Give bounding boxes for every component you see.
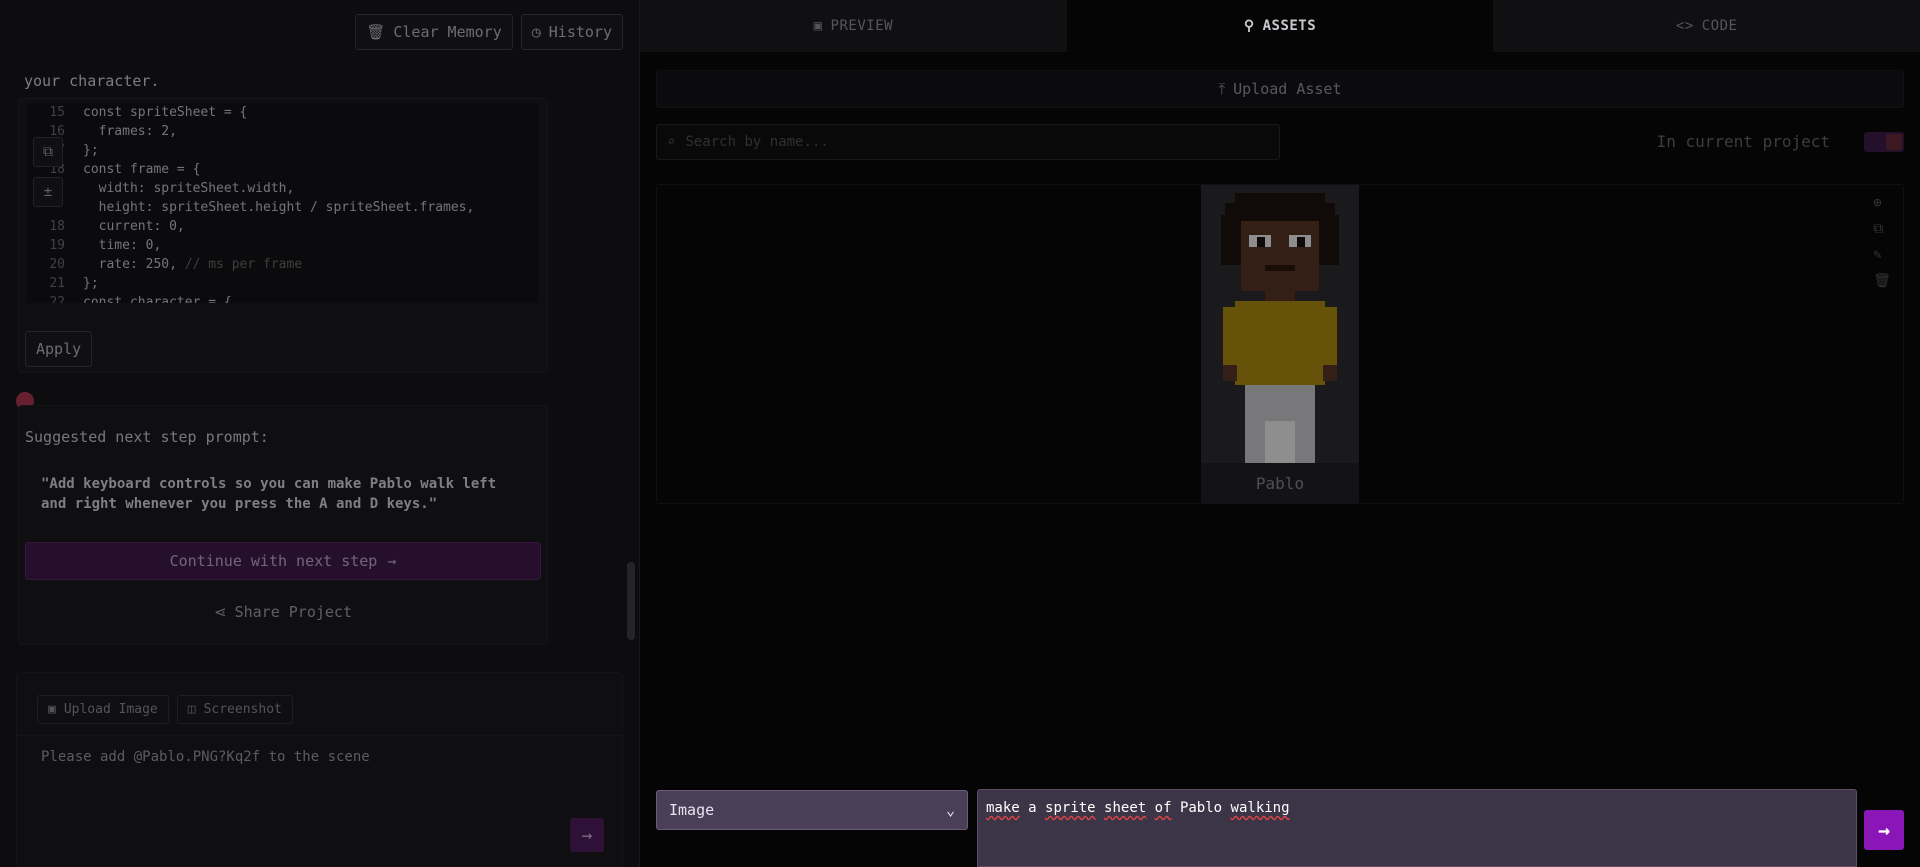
assistant-message-text: your character. (24, 72, 160, 90)
chat-top-actions: 🗑 Clear Memory ◷ History (355, 14, 623, 50)
arrow-right-icon: → (387, 552, 397, 570)
tab-assets[interactable]: ⚲ ASSETS (1066, 0, 1494, 52)
search-input[interactable]: Search by name... (685, 134, 828, 150)
code-line: 18 current: 0, (27, 217, 539, 236)
line-number: 21 (49, 276, 65, 291)
generate-send-button[interactable]: → (1864, 810, 1904, 850)
prompt-word: sheet (1104, 800, 1147, 816)
upload-image-button[interactable]: ▣ Upload Image (37, 695, 169, 724)
code-text: const spriteSheet = { (83, 105, 248, 120)
image-icon: ▣ (48, 702, 56, 717)
screenshot-button[interactable]: ◫ Screenshot (176, 695, 293, 724)
upload-asset-button[interactable]: ⤒ Upload Asset (656, 70, 1904, 108)
assets-icon: ⚲ (1243, 18, 1255, 34)
suggested-step-card: Suggested next step prompt: "Add keyboar… (18, 405, 548, 645)
code-text: height: spriteSheet.height / spriteSheet… (83, 200, 475, 215)
toggle-knob (1886, 134, 1902, 150)
code-line: 18 const frame = { (27, 160, 539, 179)
pablo-sprite-image (1201, 185, 1359, 463)
chat-input-tools: ▣ Upload Image ◫ Screenshot (37, 695, 293, 724)
prompt-word: walking (1230, 800, 1290, 816)
code-line: 20 rate: 250, // ms per frame (27, 255, 539, 274)
apply-button[interactable]: Apply (25, 331, 93, 367)
code-text: }; (83, 143, 99, 158)
continue-next-step-button[interactable]: Continue with next step → (25, 542, 541, 580)
code-text: width: spriteSheet.width, (83, 181, 295, 196)
tab-code[interactable]: <> CODE (1493, 0, 1920, 52)
code-text: const character = { (83, 295, 232, 303)
prompt-word: Pablo (1179, 800, 1223, 816)
generate-prompt-input[interactable]: make a sprite sheet of Pablo walking (977, 789, 1857, 867)
insert-icon[interactable]: ± (33, 177, 63, 207)
code-line: height: spriteSheet.height / spriteSheet… (27, 198, 539, 217)
search-field[interactable]: ⌕ Search by name... (656, 124, 1280, 160)
code-text: current: 0, (83, 219, 185, 234)
code-text: time: 0, (83, 238, 162, 253)
code-block-card: 15 const spriteSheet = { 16 frames: 2,17};… (18, 98, 548, 373)
suggested-prompt: "Add keyboard controls so you can make P… (41, 476, 497, 512)
asset-type-select[interactable]: Image ⌄ (656, 790, 968, 830)
share-icon: ⋖ (214, 603, 227, 621)
copy-icon[interactable]: ⧉ (33, 137, 63, 167)
trash-icon: 🗑 (366, 23, 386, 41)
gallery-tools: ⊕ ⧉ ✎ 🗑 (1873, 195, 1891, 289)
code-text: const frame = { (83, 162, 201, 177)
in-current-project-label: In current project (1656, 132, 1830, 151)
line-number: 18 (49, 219, 65, 234)
tab-preview[interactable]: ▣ PREVIEW (640, 0, 1067, 52)
chat-input[interactable]: Please add @Pablo.PNG?Kq2f to the scene (41, 749, 370, 765)
prompt-word: of (1154, 800, 1172, 816)
code-block: 15 const spriteSheet = { 16 frames: 2,17};… (27, 103, 539, 303)
asset-card[interactable]: Pablo (1201, 185, 1359, 503)
code-line: 19 time: 0, (27, 236, 539, 255)
line-number: 22 (49, 295, 65, 303)
code-line: 17}; (27, 141, 539, 160)
arrow-right-icon: → (581, 824, 593, 846)
line-number: 15 (49, 105, 65, 120)
duplicate-icon[interactable]: ⧉ (1873, 221, 1891, 237)
share-project-button[interactable]: ⋖ Share Project (25, 588, 541, 636)
code-text: frames: 2, (83, 124, 177, 139)
in-current-project-toggle[interactable] (1864, 132, 1904, 152)
code-side-tools: ⧉ ± (33, 137, 63, 207)
scrollbar-thumb[interactable] (627, 562, 635, 640)
line-number: 20 (49, 257, 65, 272)
prompt-word: sprite (1045, 800, 1096, 816)
line-number: 19 (49, 238, 65, 253)
camera-icon: ◫ (187, 702, 196, 717)
clear-memory-button[interactable]: 🗑 Clear Memory (355, 14, 513, 50)
code-text: rate: 250, (83, 257, 185, 272)
code-line: width: spriteSheet.width, (27, 179, 539, 198)
code-line: 15 const spriteSheet = { (27, 103, 539, 122)
app-root: 🗑 Clear Memory ◷ History your character.… (0, 0, 1920, 867)
upload-icon: ⤒ (1218, 80, 1226, 98)
workspace-panel: ▣ PREVIEW ⚲ ASSETS <> CODE ⤒ Upload Asse… (640, 0, 1920, 867)
chat-send-button[interactable]: → (570, 818, 604, 852)
arrow-right-icon: → (1877, 818, 1891, 842)
asset-gallery: Pablo ⊕ ⧉ ✎ 🗑 (656, 184, 1904, 504)
suggested-label: Suggested next step prompt: (25, 428, 269, 446)
chat-input-card: ▣ Upload Image ◫ Screenshot Please add @… (16, 672, 623, 867)
zoom-icon[interactable]: ⊕ (1873, 195, 1891, 211)
divider (17, 735, 622, 736)
code-line: 21}; (27, 274, 539, 293)
edit-icon[interactable]: ✎ (1873, 247, 1891, 263)
delete-icon[interactable]: 🗑 (1873, 273, 1891, 289)
code-text: }; (83, 276, 99, 291)
history-button[interactable]: ◷ History (520, 14, 623, 50)
code-comment: // ms per frame (184, 257, 303, 272)
chat-scrollbar[interactable] (627, 70, 635, 650)
chevron-down-icon: ⌄ (945, 801, 955, 819)
prompt-word: a (1028, 800, 1037, 816)
image-icon: ▣ (813, 18, 823, 34)
history-icon: ◷ (531, 23, 541, 41)
chat-panel: 🗑 Clear Memory ◷ History your character.… (0, 0, 640, 867)
workspace-tabs: ▣ PREVIEW ⚲ ASSETS <> CODE (640, 0, 1920, 52)
code-icon: <> (1675, 18, 1694, 34)
code-line: 22 const character = { (27, 293, 539, 303)
code-line: 16 frames: 2, (27, 122, 539, 141)
prompt-word: make (986, 800, 1020, 816)
search-icon: ⌕ (667, 134, 676, 150)
asset-name: Pablo (1201, 463, 1359, 503)
